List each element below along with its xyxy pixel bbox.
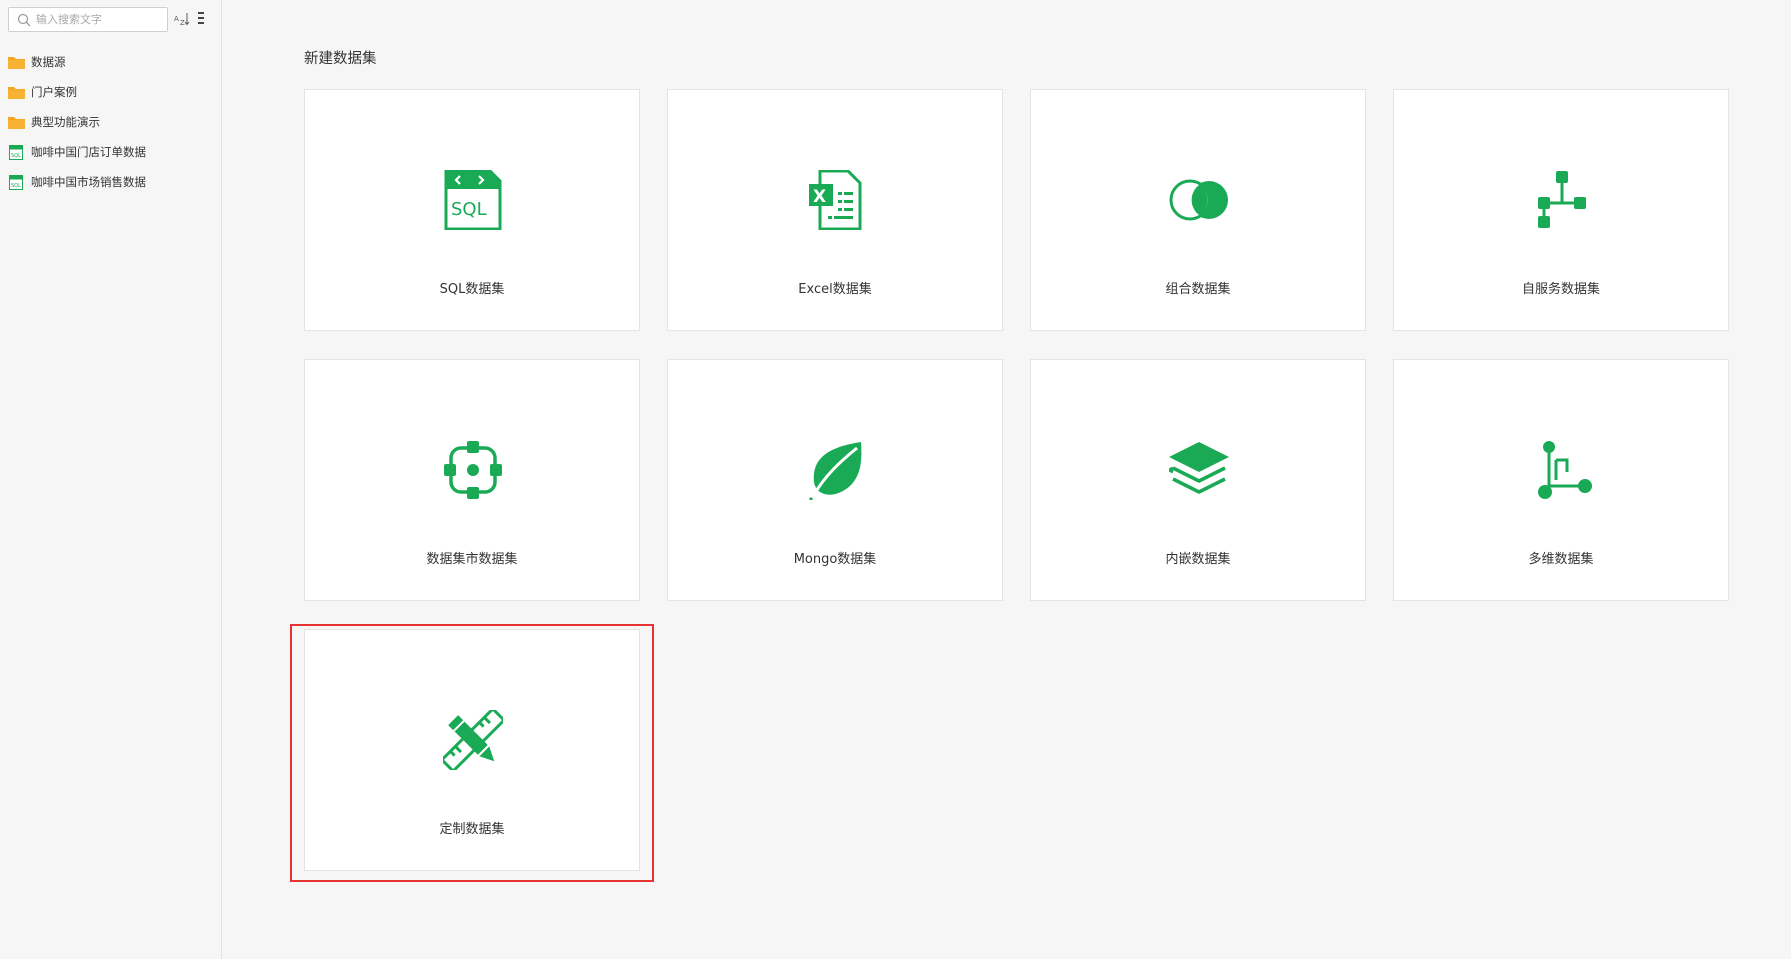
- sidebar: A Z 数据源 门户案例: [0, 0, 222, 959]
- sql-dataset-icon: SQL: [9, 174, 23, 190]
- search-icon: [17, 13, 31, 27]
- card-excel-dataset[interactable]: X Excel数据集: [667, 89, 1003, 331]
- sort-az-icon: A Z: [174, 13, 190, 27]
- svg-text:X: X: [813, 187, 826, 207]
- tree-item-label: 咖啡中国门店订单数据: [31, 145, 146, 159]
- tree-item-folder[interactable]: 典型功能演示: [0, 107, 221, 137]
- embedded-layers-icon: [1169, 442, 1229, 494]
- tree-item-label: 典型功能演示: [31, 115, 100, 129]
- card-label: 定制数据集: [439, 822, 505, 837]
- card-combined-dataset[interactable]: 组合数据集: [1030, 89, 1366, 331]
- svg-text:SQL: SQL: [11, 183, 21, 189]
- card-label: Excel数据集: [798, 282, 872, 297]
- sql-icon: SQL: [444, 170, 502, 230]
- more-menu-button[interactable]: [196, 10, 206, 28]
- folder-icon: [8, 56, 25, 69]
- mongo-leaf-icon: [808, 442, 862, 500]
- card-self-service-dataset[interactable]: 自服务数据集: [1393, 89, 1729, 331]
- tree-item-label: 数据源: [31, 55, 66, 69]
- multidimensional-icon: [1538, 441, 1592, 499]
- data-mart-icon: [444, 441, 502, 499]
- card-custom-dataset[interactable]: 定制数据集: [304, 629, 640, 871]
- tree-item-folder[interactable]: 门户案例: [0, 77, 221, 107]
- tree-item-label: 咖啡中国市场销售数据: [31, 175, 146, 189]
- tree-item-label: 门户案例: [31, 85, 77, 99]
- card-mongo-dataset[interactable]: Mongo数据集: [667, 359, 1003, 601]
- svg-text:SQL: SQL: [451, 199, 487, 220]
- search-input[interactable]: [36, 11, 161, 28]
- card-label: 组合数据集: [1165, 282, 1231, 297]
- folder-icon: [8, 116, 25, 129]
- card-label: 自服务数据集: [1521, 282, 1600, 297]
- card-label: 内嵌数据集: [1165, 552, 1231, 567]
- svg-text:Z: Z: [180, 19, 185, 27]
- more-vertical-icon: [198, 12, 204, 24]
- card-embedded-dataset[interactable]: 内嵌数据集: [1030, 359, 1366, 601]
- folder-icon: [8, 86, 25, 99]
- card-label: SQL数据集: [439, 282, 505, 297]
- card-label: Mongo数据集: [793, 552, 877, 567]
- svg-text:A: A: [174, 15, 179, 23]
- excel-icon: X: [809, 170, 862, 230]
- search-box[interactable]: [8, 7, 168, 32]
- sql-dataset-icon: SQL: [9, 144, 23, 160]
- card-label: 多维数据集: [1528, 552, 1594, 567]
- custom-pencil-ruler-icon: [443, 710, 503, 770]
- tree-item-dataset[interactable]: SQL 咖啡中国门店订单数据: [0, 137, 221, 167]
- page-title: 新建数据集: [304, 51, 377, 67]
- sort-az-button[interactable]: A Z: [174, 11, 190, 27]
- tree-item-dataset[interactable]: SQL 咖啡中国市场销售数据: [0, 167, 221, 197]
- card-multidimensional-dataset[interactable]: 多维数据集: [1393, 359, 1729, 601]
- card-label: 数据集市数据集: [426, 552, 518, 567]
- combine-icon: [1169, 179, 1228, 221]
- card-data-mart-dataset[interactable]: 数据集市数据集: [304, 359, 640, 601]
- dataset-tree: 数据源 门户案例 典型功能演示 SQL 咖啡中国门店订单数据 SQL 咖啡中国市…: [0, 47, 221, 197]
- tree-item-folder[interactable]: 数据源: [0, 47, 221, 77]
- card-sql-dataset[interactable]: SQL SQL数据集: [304, 89, 640, 331]
- svg-text:SQL: SQL: [11, 153, 21, 159]
- self-service-icon: [1538, 171, 1586, 228]
